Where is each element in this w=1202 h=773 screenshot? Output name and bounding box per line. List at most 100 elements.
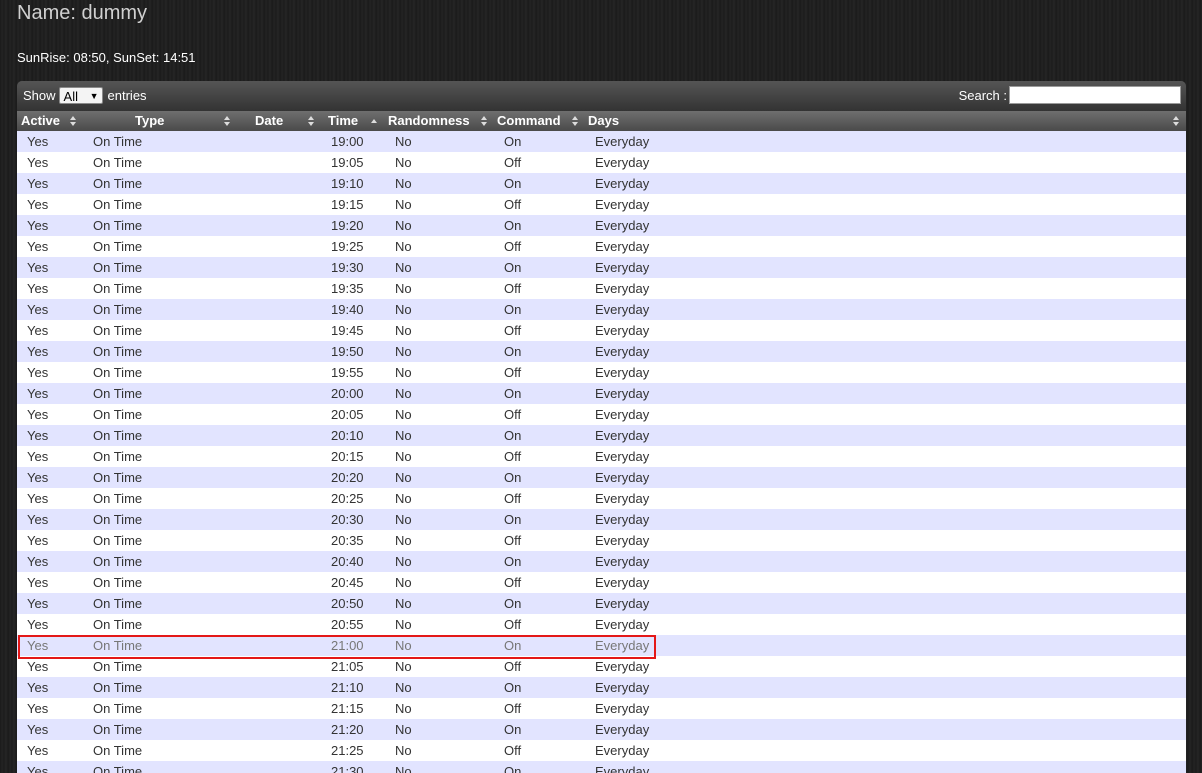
- cell-time: 21:25: [331, 743, 364, 758]
- table-row[interactable]: Yes On Time 19:30 No On Everyday: [17, 257, 1186, 278]
- sort-both-icon: [308, 116, 314, 126]
- cell-randomness: No: [395, 155, 412, 170]
- cell-days: Everyday: [595, 743, 650, 758]
- table-row[interactable]: Yes On Time 19:35 No Off Everyday: [17, 278, 1186, 299]
- cell-command: On: [504, 218, 522, 233]
- cell-command: Off: [504, 617, 522, 632]
- table-row[interactable]: Yes On Time 19:25 No Off Everyday: [17, 236, 1186, 257]
- cell-type: On Time: [93, 554, 143, 569]
- cell-active: Yes: [27, 512, 49, 527]
- table-row[interactable]: Yes On Time 19:45 No Off Everyday: [17, 320, 1186, 341]
- search-input[interactable]: [1009, 86, 1181, 104]
- table-row[interactable]: Yes On Time 20:10 No On Everyday: [17, 425, 1186, 446]
- cell-command: On: [504, 680, 522, 695]
- column-header-active[interactable]: Active: [21, 111, 60, 131]
- table-row[interactable]: Yes On Time 21:15 No Off Everyday: [17, 698, 1186, 719]
- column-header-command[interactable]: Command: [497, 111, 561, 131]
- table-row[interactable]: Yes On Time 20:00 No On Everyday: [17, 383, 1186, 404]
- cell-time: 20:20: [331, 470, 364, 485]
- table-row[interactable]: Yes On Time 20:40 No On Everyday: [17, 551, 1186, 572]
- cell-randomness: No: [395, 554, 412, 569]
- cell-time: 19:35: [331, 281, 364, 296]
- table-row[interactable]: Yes On Time 19:00 No On Everyday: [17, 131, 1186, 152]
- cell-command: On: [504, 134, 522, 149]
- entries-label: entries: [107, 87, 147, 103]
- cell-type: On Time: [93, 575, 143, 590]
- cell-randomness: No: [395, 407, 412, 422]
- cell-days: Everyday: [595, 659, 650, 674]
- table-row[interactable]: Yes On Time 19:55 No Off Everyday: [17, 362, 1186, 383]
- cell-time: 20:10: [331, 428, 364, 443]
- cell-time: 20:15: [331, 449, 364, 464]
- table-row[interactable]: Yes On Time 19:05 No Off Everyday: [17, 152, 1186, 173]
- cell-active: Yes: [27, 722, 49, 737]
- cell-active: Yes: [27, 134, 49, 149]
- cell-days: Everyday: [595, 239, 650, 254]
- cell-time: 20:55: [331, 617, 364, 632]
- cell-active: Yes: [27, 260, 49, 275]
- table-row[interactable]: Yes On Time 19:10 No On Everyday: [17, 173, 1186, 194]
- cell-days: Everyday: [595, 764, 650, 773]
- table-row[interactable]: Yes On Time 20:45 No Off Everyday: [17, 572, 1186, 593]
- cell-active: Yes: [27, 302, 49, 317]
- cell-randomness: No: [395, 680, 412, 695]
- table-row[interactable]: Yes On Time 21:00 No On Everyday: [17, 635, 1186, 656]
- cell-time: 20:35: [331, 533, 364, 548]
- cell-active: Yes: [27, 533, 49, 548]
- cell-days: Everyday: [595, 155, 650, 170]
- table-row[interactable]: Yes On Time 20:55 No Off Everyday: [17, 614, 1186, 635]
- table-row[interactable]: Yes On Time 21:05 No Off Everyday: [17, 656, 1186, 677]
- column-header-date[interactable]: Date: [255, 111, 283, 131]
- cell-randomness: No: [395, 197, 412, 212]
- entries-select[interactable]: All ▼: [58, 87, 103, 104]
- column-header-label: Type: [135, 113, 165, 128]
- cell-time: 19:55: [331, 365, 364, 380]
- table-row[interactable]: Yes On Time 19:15 No Off Everyday: [17, 194, 1186, 215]
- cell-command: On: [504, 386, 522, 401]
- cell-randomness: No: [395, 743, 412, 758]
- page-title: Name: dummy: [17, 2, 148, 24]
- cell-time: 20:25: [331, 491, 364, 506]
- table-row[interactable]: Yes On Time 19:50 No On Everyday: [17, 341, 1186, 362]
- search-control: Search :: [959, 86, 1181, 104]
- cell-randomness: No: [395, 260, 412, 275]
- cell-active: Yes: [27, 764, 49, 773]
- cell-type: On Time: [93, 239, 143, 254]
- table-row[interactable]: Yes On Time 20:30 No On Everyday: [17, 509, 1186, 530]
- cell-days: Everyday: [595, 722, 650, 737]
- column-header-days[interactable]: Days: [588, 111, 619, 131]
- table-row[interactable]: Yes On Time 21:25 No Off Everyday: [17, 740, 1186, 761]
- cell-days: Everyday: [595, 281, 650, 296]
- cell-days: Everyday: [595, 554, 650, 569]
- cell-command: Off: [504, 407, 522, 422]
- table-row[interactable]: Yes On Time 20:15 No Off Everyday: [17, 446, 1186, 467]
- table-row[interactable]: Yes On Time 20:35 No Off Everyday: [17, 530, 1186, 551]
- cell-randomness: No: [395, 281, 412, 296]
- column-header-label: Randomness: [388, 113, 470, 128]
- table-row[interactable]: Yes On Time 20:05 No Off Everyday: [17, 404, 1186, 425]
- table-row[interactable]: Yes On Time 21:20 No On Everyday: [17, 719, 1186, 740]
- cell-active: Yes: [27, 197, 49, 212]
- cell-type: On Time: [93, 617, 143, 632]
- cell-command: Off: [504, 701, 522, 716]
- column-header-time[interactable]: Time: [328, 111, 358, 131]
- table-row[interactable]: Yes On Time 21:10 No On Everyday: [17, 677, 1186, 698]
- table-row[interactable]: Yes On Time 19:20 No On Everyday: [17, 215, 1186, 236]
- cell-randomness: No: [395, 218, 412, 233]
- table-row[interactable]: Yes On Time 20:25 No Off Everyday: [17, 488, 1186, 509]
- column-header-randomness[interactable]: Randomness: [388, 111, 470, 131]
- cell-type: On Time: [93, 386, 143, 401]
- column-header-type[interactable]: Type: [135, 111, 164, 131]
- cell-days: Everyday: [595, 218, 650, 233]
- cell-days: Everyday: [595, 575, 650, 590]
- table-row[interactable]: Yes On Time 21:30 No On Everyday: [17, 761, 1186, 773]
- table-row[interactable]: Yes On Time 20:50 No On Everyday: [17, 593, 1186, 614]
- cell-days: Everyday: [595, 176, 650, 191]
- cell-type: On Time: [93, 680, 143, 695]
- table-row[interactable]: Yes On Time 19:40 No On Everyday: [17, 299, 1186, 320]
- cell-active: Yes: [27, 596, 49, 611]
- cell-randomness: No: [395, 470, 412, 485]
- table-row[interactable]: Yes On Time 20:20 No On Everyday: [17, 467, 1186, 488]
- table-toolbar: Show All ▼ entries Search :: [17, 81, 1186, 111]
- cell-randomness: No: [395, 617, 412, 632]
